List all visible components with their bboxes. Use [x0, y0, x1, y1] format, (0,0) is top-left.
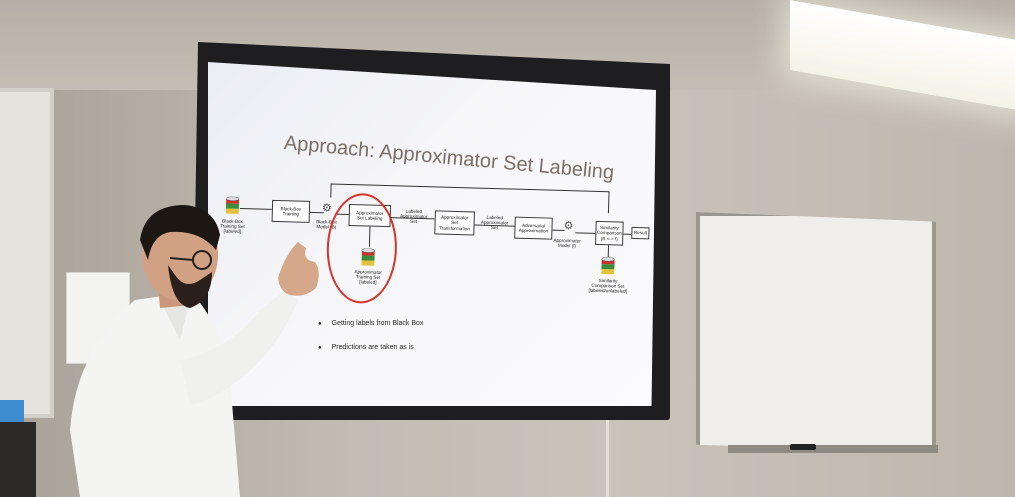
node-similarity-comparison: Similarity Comparison (B <-> f)	[595, 220, 624, 246]
loop-line-left	[330, 183, 332, 198]
wall-cable	[606, 420, 609, 497]
node-result: Result	[631, 226, 650, 240]
lecture-scene: Approach: Approximator Set Labeling Blac…	[0, 0, 1015, 497]
blue-object	[0, 400, 24, 422]
loop-line-right	[607, 191, 610, 214]
gear-icon: ⚙	[563, 219, 574, 233]
label-labeled-approximator-set: Labeled Approximator Set	[400, 208, 428, 225]
arrow	[623, 233, 632, 235]
arrow	[575, 232, 596, 234]
presenter-hand	[278, 242, 319, 296]
node-approximator-set-transformation: Approximator Set Transformation	[434, 210, 475, 236]
presenter	[70, 205, 319, 497]
whiteboard-tray	[728, 445, 938, 453]
node-approximator-model: Approximator Model (f)	[553, 237, 581, 249]
whiteboard	[696, 212, 936, 452]
arrow-vertical	[607, 245, 610, 258]
label-labeled-approximator-set: Labeled Approximator Set	[480, 214, 509, 231]
whiteboard-marker	[790, 444, 816, 450]
node-similarity-comparison-set: Similarity Comparison Set [labeled/unlab…	[588, 277, 628, 295]
loop-line-top	[330, 183, 609, 193]
dark-panel	[0, 422, 36, 497]
database-icon	[601, 257, 615, 275]
node-adversarial-approximation: Adversarial Approximation	[514, 216, 553, 240]
